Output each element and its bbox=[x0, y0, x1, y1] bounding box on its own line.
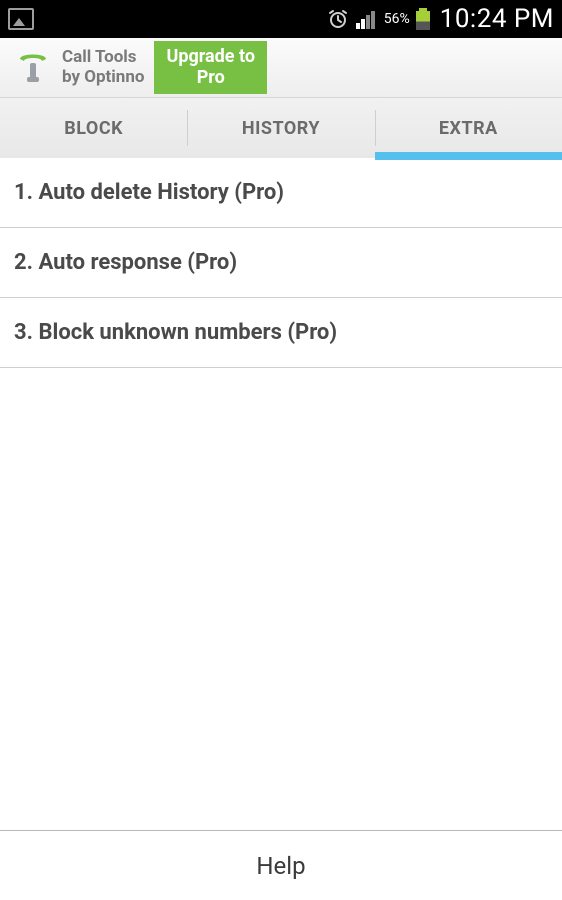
tab-separator bbox=[375, 110, 376, 146]
app-title-line2: by Optinno bbox=[62, 68, 144, 88]
tab-label: BLOCK bbox=[64, 118, 123, 139]
status-bar: 56% 10:24 PM bbox=[0, 0, 562, 38]
active-tab-indicator bbox=[375, 152, 562, 160]
tab-label: EXTRA bbox=[439, 118, 498, 139]
battery-icon bbox=[416, 8, 430, 30]
app-title-line1: Call Tools bbox=[62, 48, 144, 68]
tab-history[interactable]: HISTORY bbox=[187, 98, 374, 158]
extra-settings-list: 1. Auto delete History (Pro) 2. Auto res… bbox=[0, 158, 562, 368]
alarm-icon bbox=[326, 7, 350, 31]
app-logo-icon bbox=[14, 49, 52, 87]
upgrade-pro-button[interactable]: Upgrade to Pro bbox=[154, 41, 267, 94]
app-header: Call Tools by Optinno Upgrade to Pro bbox=[0, 38, 562, 98]
list-item[interactable]: 3. Block unknown numbers (Pro) bbox=[0, 298, 562, 368]
tab-block[interactable]: BLOCK bbox=[0, 98, 187, 158]
app-title: Call Tools by Optinno bbox=[62, 48, 144, 87]
list-item[interactable]: 1. Auto delete History (Pro) bbox=[0, 158, 562, 228]
tab-label: HISTORY bbox=[242, 118, 320, 139]
status-time: 10:24 PM bbox=[440, 4, 554, 34]
signal-icon bbox=[356, 9, 378, 29]
help-button[interactable]: Help bbox=[0, 830, 562, 900]
tab-separator bbox=[187, 110, 188, 146]
upgrade-line2: Pro bbox=[166, 68, 255, 89]
help-label: Help bbox=[256, 852, 305, 880]
battery-percent: 56% bbox=[384, 11, 410, 27]
gallery-icon bbox=[8, 8, 34, 30]
upgrade-line1: Upgrade to bbox=[166, 47, 255, 68]
tab-extra[interactable]: EXTRA bbox=[375, 98, 562, 158]
list-item[interactable]: 2. Auto response (Pro) bbox=[0, 228, 562, 298]
tab-bar: BLOCK HISTORY EXTRA bbox=[0, 98, 562, 158]
